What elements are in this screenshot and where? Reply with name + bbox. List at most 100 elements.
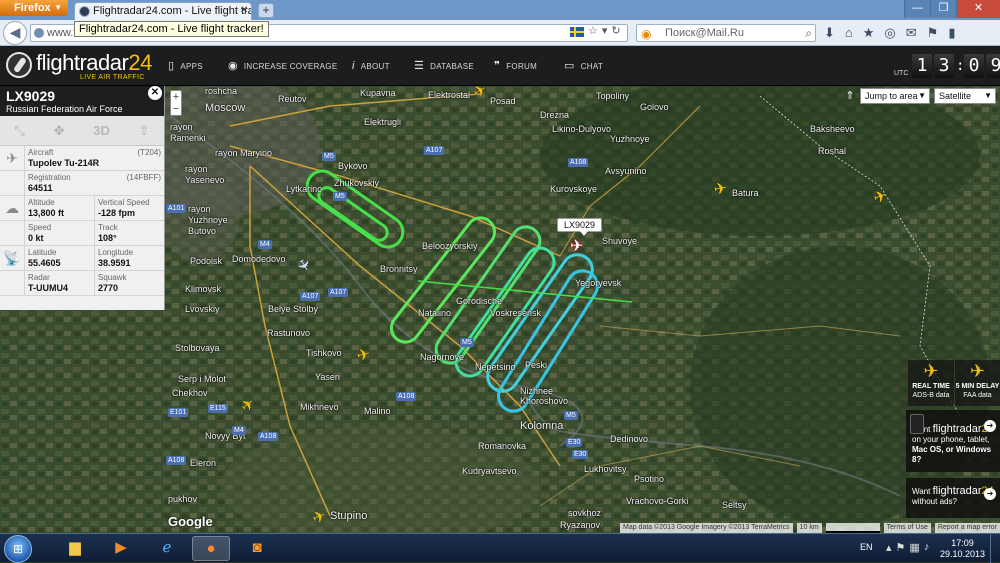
mail-icon[interactable]: ✉ [906, 24, 917, 42]
arrow-right-icon[interactable]: ➔ [984, 488, 996, 500]
map-label: Peski [525, 360, 548, 370]
apps-brand-text: flightradar [932, 423, 982, 435]
action-center-icon[interactable]: ⚑ [896, 541, 906, 554]
map-label: Ryazanov [560, 520, 601, 530]
bookmark-star-icon[interactable]: ☆ [588, 24, 598, 37]
nav-database-label: DATABASE [430, 62, 475, 71]
close-icon[interactable]: ✕ [148, 86, 162, 100]
map-label: rayon Yasenevo [185, 164, 225, 185]
start-button[interactable]: ⊞ [4, 535, 32, 563]
speed-row: Speed 0 kt Track 108° [0, 221, 164, 246]
nav-about[interactable]: i ABOUT [352, 46, 390, 86]
search-icon[interactable]: ⌕ [805, 25, 812, 41]
close-tab-icon[interactable]: ✕ [240, 5, 248, 16]
app-taskbar-icon[interactable]: ◙ [238, 536, 276, 561]
no-ads-promo[interactable]: ➔ Want flightradar24 without ads? [906, 478, 1000, 518]
map-label: Beloozyorskiy [422, 241, 478, 251]
restore-button[interactable]: ❐ [930, 0, 956, 18]
jump-to-area-select[interactable]: Jump to area ▼ [860, 88, 930, 104]
map-label: rayon Yuzhnoye Butovo [188, 204, 228, 236]
report-error-link[interactable]: Report a map error [934, 523, 1000, 533]
firefox-taskbar-icon[interactable]: ● [192, 536, 230, 561]
windows-taskbar: ⊞ ▆ ▶ ℯ ● ◙ EN ▴ ⚑ ▦ ♪ 17:09 29.10.2013 [0, 533, 1000, 563]
new-tab-button[interactable]: + [258, 3, 274, 18]
tab-title: Flightradar24.com - Live flight tracker! [93, 5, 251, 17]
flight-label-tag[interactable]: LX9029 [557, 218, 603, 236]
browser-tab[interactable]: Flightradar24.com - Live flight tracker! [74, 2, 252, 20]
track-label: Track [98, 223, 118, 232]
nav-apps[interactable]: ▯ APPS [168, 46, 203, 86]
search-engine-icon[interactable]: ◉ [641, 26, 651, 42]
taskbar-clock[interactable]: 17:09 29.10.2013 [940, 538, 985, 560]
url-bar-icons: ☆ ▾ ↻ [570, 24, 621, 37]
terms-link[interactable]: Terms of Use [883, 523, 931, 533]
realtime-data-badge[interactable]: ✈ REAL TIME ADS-B data [908, 360, 954, 406]
road-shield: M5 [322, 152, 336, 161]
language-flag-icon[interactable] [570, 27, 584, 37]
view-3d-button[interactable]: 3D [93, 123, 110, 138]
airplane-icon: ✈ [969, 361, 986, 381]
window-controls: — ❐ ✕ [904, 0, 1000, 18]
aircraft-icon[interactable]: ✈ [713, 180, 729, 199]
internet-explorer-taskbar-icon[interactable]: ℯ [148, 536, 186, 561]
road-shield: M5 [460, 338, 474, 347]
google-logo[interactable]: Google [168, 514, 213, 529]
nav-chat[interactable]: ▭ CHAT [564, 46, 603, 86]
chevron-up-icon[interactable]: ▴ [886, 541, 892, 554]
eye-icon: ◉ [228, 60, 238, 72]
nav-increase-coverage[interactable]: ◉ INCREASE COVERAGE [228, 46, 337, 86]
delay-subtitle: FAA data [963, 392, 992, 399]
share-icon[interactable]: ⇪ [139, 123, 150, 139]
zoom-in-button[interactable]: + [171, 91, 181, 103]
collapse-icon[interactable]: ⇑ [844, 88, 856, 104]
map-label: Romanovka [478, 441, 527, 451]
map-label: Mikhnevo [300, 402, 339, 412]
map-label: Avsyunino [605, 166, 647, 176]
chevron-down-icon[interactable]: ▾ [602, 24, 608, 37]
nav-database[interactable]: ☰ DATABASE [414, 46, 474, 86]
utc-label: UTC [894, 70, 909, 77]
explorer-taskbar-icon[interactable]: ▆ [56, 536, 94, 561]
faa-delay-badge[interactable]: ✈ 5 MIN DELAY FAA data [955, 360, 1000, 406]
nav-forum[interactable]: ❞ FORUM [494, 46, 537, 86]
search-bar[interactable]: ◉ Поиск@Mail.Ru ⌕ [636, 24, 816, 42]
registration-row: Registration (14FBFF) 64511 [0, 171, 164, 196]
show-desktop-button[interactable] [990, 534, 1000, 563]
site-logo[interactable]: flightradar24 LIVE AIR TRAFFIC [6, 50, 156, 82]
sidebar-icon[interactable]: ▮ [948, 24, 955, 42]
quote-icon: ❞ [494, 60, 501, 72]
volume-icon[interactable]: ♪ [924, 541, 930, 554]
map-label-city: Moscow [205, 102, 246, 114]
fullscreen-icon[interactable]: ✥ [54, 123, 65, 139]
map-label: Domodedovo [232, 254, 286, 264]
network-icon[interactable]: ▦ [909, 541, 919, 554]
squawk-cell: Squawk 2770 [94, 271, 164, 295]
language-indicator[interactable]: EN [860, 542, 873, 552]
selected-aircraft-icon[interactable]: ✈ [570, 236, 583, 256]
addon-flag-icon[interactable]: ⚑ [927, 24, 939, 42]
media-player-taskbar-icon[interactable]: ▶ [102, 536, 140, 561]
bookmarks-icon[interactable]: ★ [863, 24, 875, 42]
back-button[interactable]: ◀ [3, 21, 27, 45]
map-label: Malino [364, 406, 391, 416]
addon-icon[interactable]: ◎ [884, 24, 895, 42]
zoom-out-button[interactable]: − [171, 103, 181, 115]
map-label: Podolsk [190, 256, 223, 266]
map-type-select[interactable]: Satellite ▼ [934, 88, 996, 104]
firefox-menu-button[interactable]: Firefox ▼ [0, 0, 68, 16]
site-identity-icon[interactable] [34, 28, 44, 38]
home-icon[interactable]: ⌂ [845, 24, 853, 42]
apps-promo[interactable]: ➔ Want flightradar24 on your phone, tabl… [906, 410, 1000, 472]
route-icon[interactable]: ⤡ [14, 123, 24, 139]
map-label: pukhov [168, 494, 198, 504]
window-close-button[interactable]: ✕ [956, 0, 1000, 18]
minimize-button[interactable]: — [904, 0, 930, 18]
road-shield: E101 [168, 408, 189, 417]
arrow-right-icon[interactable]: ➔ [984, 420, 996, 432]
map-scale-label: 10 km [796, 523, 822, 533]
map-label: Tishkovo [306, 348, 342, 358]
download-icon[interactable]: ⬇ [824, 24, 835, 42]
reload-icon[interactable]: ↻ [611, 24, 620, 37]
airplane-icon: ✈ [923, 361, 939, 381]
map-label: Rastunovo [267, 328, 311, 338]
